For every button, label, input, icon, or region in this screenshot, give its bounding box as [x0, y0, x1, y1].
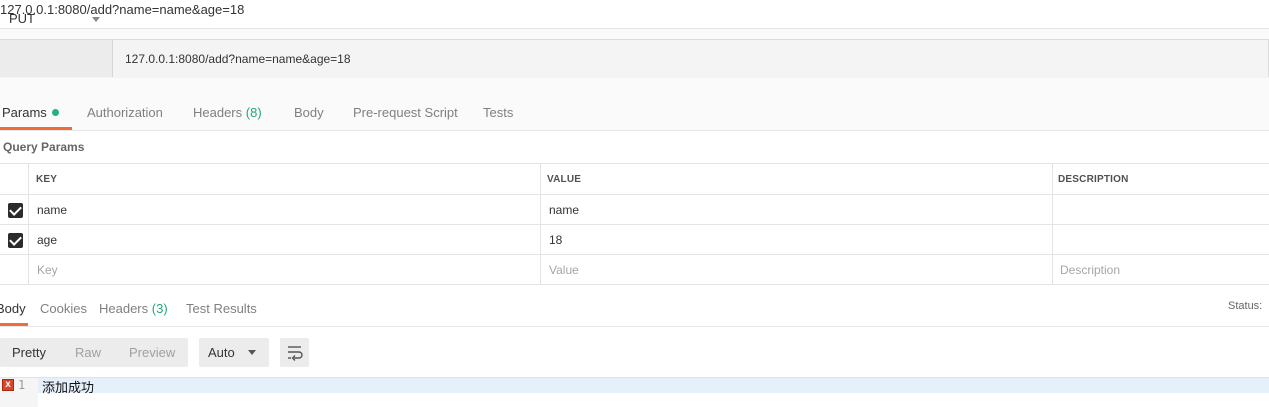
wrap-lines-button[interactable] — [280, 338, 309, 367]
tab-label: Cookies — [40, 301, 87, 316]
new-description-input[interactable]: Description — [1060, 263, 1120, 277]
code-line-highlight — [0, 377, 1269, 393]
url-input[interactable] — [113, 40, 1269, 77]
tab-label: Tests — [483, 105, 514, 120]
param-key-cell[interactable]: age — [37, 233, 57, 247]
tab-test-results[interactable]: Test Results — [186, 301, 257, 316]
view-raw-button[interactable]: Raw — [75, 345, 101, 360]
format-label: Auto — [208, 345, 235, 360]
table-border — [540, 163, 541, 285]
active-tab-indicator — [0, 323, 28, 326]
tab-label: Params — [2, 105, 47, 120]
param-value-cell[interactable]: name — [549, 203, 579, 217]
line-number: 1 — [18, 378, 26, 392]
request-tabs — [0, 94, 1269, 131]
tab-label: Authorization — [87, 105, 163, 120]
status-dot-icon — [51, 109, 59, 116]
view-preview-button[interactable]: Preview — [129, 345, 175, 360]
active-tab-indicator — [0, 127, 72, 130]
tab-pre-request-script[interactable]: Pre-request Script — [353, 105, 458, 120]
tab-label: Test Results — [186, 301, 257, 316]
tab-label: Body — [0, 301, 26, 316]
table-border — [28, 163, 29, 285]
column-header-description: DESCRIPTION — [1058, 174, 1129, 185]
param-value-cell[interactable]: 18 — [549, 233, 562, 247]
tab-cookies[interactable]: Cookies — [40, 301, 87, 316]
row-checkbox-checked-icon[interactable] — [8, 203, 23, 218]
table-border — [1052, 163, 1053, 285]
column-header-value: VALUE — [547, 174, 582, 185]
table-border — [0, 284, 1269, 285]
chevron-down-icon — [92, 17, 100, 22]
tab-label: Pre-request Script — [353, 105, 458, 120]
new-key-input[interactable]: Key — [37, 263, 58, 277]
tab-headers[interactable]: Headers (8) — [193, 105, 262, 120]
tab-label: Headers — [99, 301, 149, 316]
wrap-icon — [288, 346, 303, 361]
column-header-key: KEY — [36, 174, 58, 185]
spacer — [0, 78, 1269, 94]
spacer — [0, 29, 1269, 39]
tab-body[interactable]: Body — [294, 105, 324, 120]
error-icon: x — [2, 379, 14, 391]
new-value-input[interactable]: Value — [549, 263, 579, 277]
row-checkbox-checked-icon[interactable] — [8, 233, 23, 248]
tab-label: Headers — [193, 105, 243, 120]
tab-response-body[interactable]: Body — [0, 301, 26, 316]
table-border — [0, 163, 1269, 164]
method-label: PUT — [9, 11, 35, 26]
tab-tests[interactable]: Tests — [483, 105, 513, 120]
tab-count: (8) — [245, 105, 262, 120]
query-params-label: Query Params — [3, 140, 85, 154]
param-key-cell[interactable]: name — [37, 203, 67, 217]
tab-params[interactable]: Params — [2, 105, 59, 120]
response-body-text: 添加成功 — [42, 381, 95, 396]
table-border — [0, 194, 1269, 195]
status-label: Status: — [1228, 300, 1263, 312]
tab-authorization[interactable]: Authorization — [87, 105, 163, 120]
method-dropdown[interactable] — [0, 40, 113, 77]
request-title: 127.0.0.1:8080/add?name=name&age=18 — [0, 2, 245, 17]
tab-count: (3) — [151, 301, 168, 316]
table-border — [0, 224, 1269, 225]
tab-label: Body — [294, 105, 324, 120]
chevron-down-icon — [248, 350, 256, 355]
tab-response-headers[interactable]: Headers (3) — [99, 301, 168, 316]
table-border — [0, 254, 1269, 255]
view-pretty-button[interactable]: Pretty — [12, 345, 46, 360]
